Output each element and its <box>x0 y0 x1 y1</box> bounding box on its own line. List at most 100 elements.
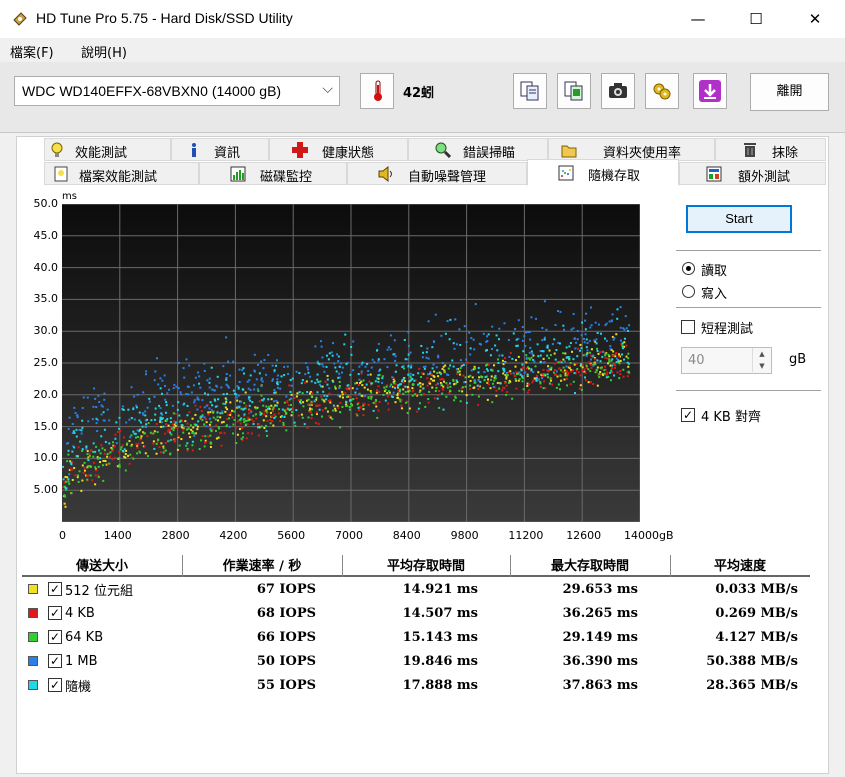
scatter-point <box>180 438 183 441</box>
scatter-point <box>187 393 190 396</box>
scatter-point <box>102 411 105 414</box>
scatter-point <box>440 372 443 375</box>
exit-button[interactable]: 離開 <box>750 73 829 111</box>
scatter-point <box>576 338 579 341</box>
tab-random-access[interactable]: 隨機存取 <box>527 159 679 186</box>
scatter-point <box>177 362 180 365</box>
scatter-point <box>344 333 347 336</box>
scatter-point <box>124 469 127 472</box>
scatter-point <box>232 389 235 392</box>
scatter-point <box>94 474 97 477</box>
series-checkbox[interactable]: ✓ <box>48 582 62 596</box>
drive-select[interactable]: WDC WD140EFFX-68VBXN0 (14000 gB) ⌵ <box>14 76 340 106</box>
scatter-point <box>551 343 554 346</box>
scatter-point <box>338 365 341 368</box>
scatter-point <box>387 395 390 398</box>
screenshot-button[interactable] <box>601 73 635 109</box>
write-radio[interactable] <box>682 285 695 298</box>
tab-info[interactable]: 資訊 <box>171 138 269 161</box>
temperature-button[interactable] <box>360 73 394 109</box>
scatter-point <box>484 376 487 379</box>
align-4kb-checkbox[interactable]: ✓ <box>681 408 695 422</box>
scatter-point <box>214 429 217 432</box>
scatter-point <box>295 395 298 398</box>
scatter-point <box>607 362 610 365</box>
menu-help[interactable]: 說明(H) <box>81 42 127 61</box>
scatter-point <box>334 409 337 412</box>
tab-acoustic[interactable]: 自動噪聲管理 <box>347 162 527 185</box>
scatter-point <box>459 367 462 370</box>
spin-up-icon[interactable]: ▲ <box>752 348 771 360</box>
scatter-point <box>156 431 159 434</box>
scatter-point <box>72 430 75 433</box>
scatter-point <box>268 405 271 408</box>
scatter-point <box>559 388 562 391</box>
scatter-point <box>616 371 619 374</box>
series-checkbox[interactable]: ✓ <box>48 678 62 692</box>
scatter-point <box>169 417 172 420</box>
scatter-point <box>592 354 595 357</box>
scatter-point <box>182 428 185 431</box>
tab-health[interactable]: 健康狀態 <box>269 138 408 161</box>
tab-file-benchmark[interactable]: 檔案效能測試 <box>44 162 199 185</box>
scatter-point <box>64 495 67 498</box>
scatter-point <box>183 376 186 379</box>
menu-file[interactable]: 檔案(F) <box>10 42 54 61</box>
scatter-point <box>580 363 583 366</box>
read-radio[interactable] <box>682 262 695 275</box>
scatter-point <box>600 332 603 335</box>
tab-extra-tests[interactable]: 額外測試 <box>679 162 826 185</box>
scatter-point <box>376 416 379 419</box>
scatter-point <box>236 420 239 423</box>
scatter-point <box>176 408 179 411</box>
close-button[interactable]: ✕ <box>785 0 845 38</box>
scatter-point <box>297 399 300 402</box>
scatter-point <box>283 401 286 404</box>
scatter-point <box>158 446 161 449</box>
tab-erase[interactable]: 抹除 <box>715 138 826 161</box>
options-button[interactable] <box>645 73 679 109</box>
series-checkbox[interactable]: ✓ <box>48 606 62 620</box>
scatter-point <box>316 391 319 394</box>
tab-folder-usage[interactable]: 資料夾使用率 <box>548 138 715 161</box>
scatter-point <box>242 388 245 391</box>
scatter-point <box>487 333 490 336</box>
scatter-point <box>417 372 420 375</box>
tab-benchmark[interactable]: 效能測試 <box>44 138 171 161</box>
tab-disk-monitor[interactable]: 磁碟監控 <box>199 162 347 185</box>
scatter-point <box>469 384 472 387</box>
save-button[interactable] <box>693 73 727 109</box>
scatter-point <box>512 332 515 335</box>
scatter-point <box>446 386 449 389</box>
scatter-point <box>454 318 457 321</box>
copy-screenshot-button[interactable] <box>557 73 591 109</box>
table-row: ✓ 隨機 55 IOPS 17.888 ms 37.863 ms 28.365 MB/s <box>22 673 810 697</box>
start-button[interactable]: Start <box>686 205 792 233</box>
short-test-checkbox[interactable] <box>681 320 695 334</box>
scatter-point <box>300 413 303 416</box>
scatter-point <box>589 354 592 357</box>
scatter-point <box>511 397 514 400</box>
scatter-point <box>614 364 617 367</box>
minimize-button[interactable]: — <box>668 0 728 38</box>
scatter-point <box>403 338 406 341</box>
scatter-point <box>355 397 358 400</box>
y-tick-label: 45.0 <box>33 228 59 242</box>
scatter-point <box>404 385 407 388</box>
scatter-point <box>317 380 320 383</box>
scatter-point <box>592 364 595 367</box>
scatter-point <box>319 380 322 383</box>
spin-down-icon[interactable]: ▼ <box>752 360 771 372</box>
scatter-point <box>103 452 106 455</box>
copy-info-button[interactable] <box>513 73 547 109</box>
scatter-point <box>597 323 600 326</box>
series-checkbox[interactable]: ✓ <box>48 654 62 668</box>
tab-error-scan[interactable]: 錯誤掃瞄 <box>408 138 548 161</box>
maximize-button[interactable]: ☐ <box>726 0 786 38</box>
series-checkbox[interactable]: ✓ <box>48 630 62 644</box>
header-max-access: 最大存取時間 <box>510 553 670 577</box>
scatter-point <box>479 343 482 346</box>
tab-label: 健康狀態 <box>322 146 375 161</box>
scatter-point <box>128 418 131 421</box>
short-test-size-stepper[interactable]: 40 ▲ ▼ <box>681 347 772 374</box>
